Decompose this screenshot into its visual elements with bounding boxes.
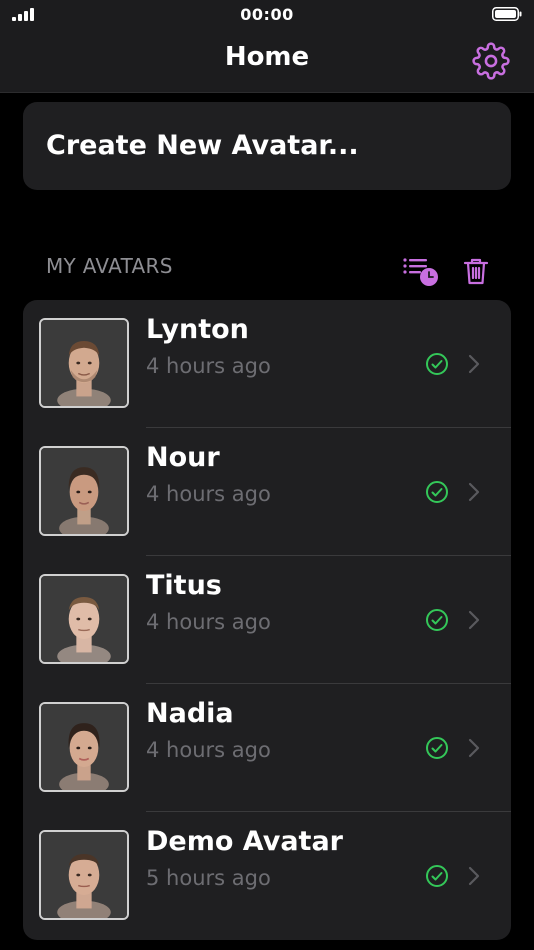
avatar-timestamp: 4 hours ago — [146, 610, 271, 634]
page-title: Home — [224, 42, 310, 72]
list-item-nadia[interactable]: Nadia 4 hours ago — [23, 684, 511, 812]
check-circle-icon — [426, 865, 448, 887]
avatar-timestamp: 5 hours ago — [146, 866, 271, 890]
list-item-demo-avatar[interactable]: Demo Avatar 5 hours ago — [23, 812, 511, 940]
avatar-name: Demo Avatar — [146, 826, 344, 857]
check-circle-icon — [426, 353, 448, 375]
status-time: 00:00 — [240, 5, 294, 24]
check-circle-icon — [426, 609, 448, 631]
trash-icon[interactable] — [462, 256, 490, 286]
gear-icon[interactable] — [472, 42, 510, 80]
nav-bar: Home — [0, 30, 534, 93]
avatar-thumbnail — [39, 318, 129, 408]
avatar-thumbnail — [39, 830, 129, 920]
chevron-right-icon — [468, 482, 480, 502]
status-bar: 00:00 — [0, 0, 534, 30]
create-new-avatar-label: Create New Avatar... — [46, 130, 359, 161]
chevron-right-icon — [468, 354, 480, 374]
avatar-thumbnail — [39, 446, 129, 536]
avatar-timestamp: 4 hours ago — [146, 354, 271, 378]
list-item-titus[interactable]: Titus 4 hours ago — [23, 556, 511, 684]
list-item-nour[interactable]: Nour 4 hours ago — [23, 428, 511, 556]
section-header-my-avatars: MY AVATARS — [46, 254, 173, 278]
create-new-avatar-button[interactable]: Create New Avatar... — [23, 102, 511, 190]
battery-icon — [492, 7, 522, 21]
avatar-timestamp: 4 hours ago — [146, 482, 271, 506]
check-circle-icon — [426, 737, 448, 759]
avatar-thumbnail — [39, 574, 129, 664]
avatar-name: Nour — [146, 442, 220, 473]
avatar-name: Titus — [146, 570, 222, 601]
chevron-right-icon — [468, 738, 480, 758]
chevron-right-icon — [468, 610, 480, 630]
avatar-timestamp: 4 hours ago — [146, 738, 271, 762]
avatar-list: Lynton 4 hours ago Nour 4 hours ago Titu… — [23, 300, 511, 940]
list-item-lynton[interactable]: Lynton 4 hours ago — [23, 300, 511, 428]
avatar-name: Nadia — [146, 698, 234, 729]
check-circle-icon — [426, 481, 448, 503]
chevron-right-icon — [468, 866, 480, 886]
avatar-name: Lynton — [146, 314, 249, 345]
sort-recent-icon[interactable] — [400, 254, 442, 288]
avatar-thumbnail — [39, 702, 129, 792]
